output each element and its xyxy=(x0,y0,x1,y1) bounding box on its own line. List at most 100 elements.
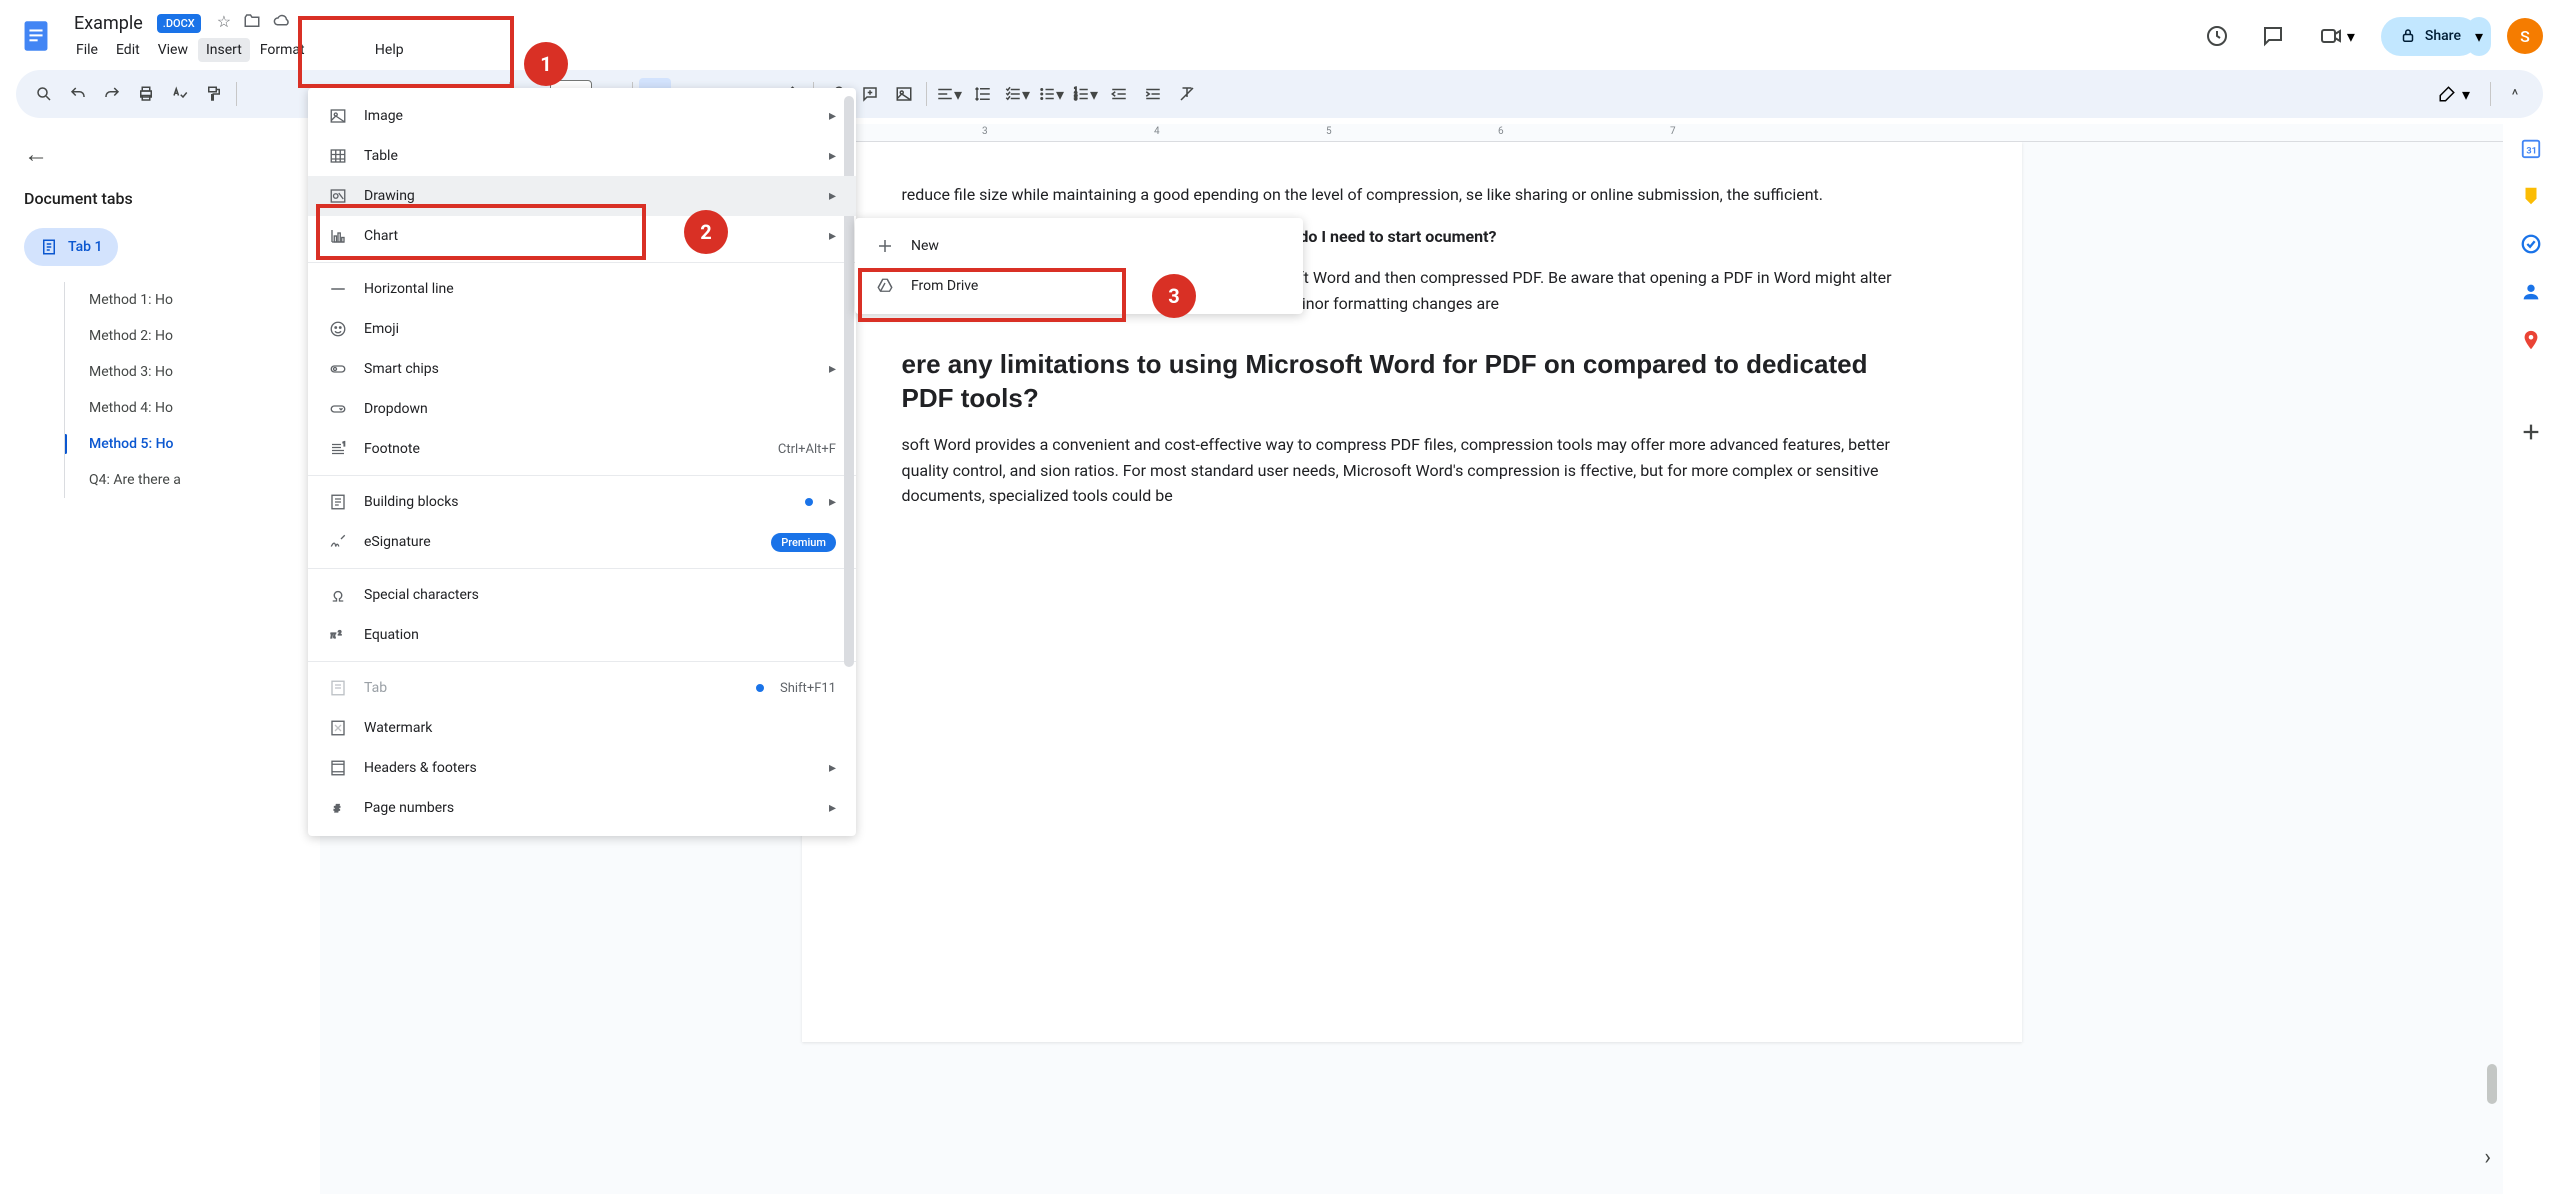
share-label: Share xyxy=(2425,28,2461,44)
menu-file[interactable]: File xyxy=(68,38,106,62)
search-menus-icon[interactable] xyxy=(28,78,60,110)
checklist-button[interactable]: ▾ xyxy=(1001,78,1033,110)
headers-icon xyxy=(328,758,348,778)
insert-menu-drawing[interactable]: Drawing ▸ xyxy=(308,176,856,216)
left-sidebar: ← Document tabs Tab 1 Method 1: Ho Metho… xyxy=(0,124,320,1194)
menu-item-label: From Drive xyxy=(911,278,1283,294)
svg-text:1: 1 xyxy=(343,441,346,448)
menu-item-label: Building blocks xyxy=(364,494,789,510)
line-spacing-button[interactable] xyxy=(967,78,999,110)
history-icon[interactable] xyxy=(2197,16,2237,56)
show-side-panel-icon[interactable]: › xyxy=(2484,1145,2491,1170)
new-indicator-dot xyxy=(756,684,764,692)
drawing-submenu-new[interactable]: New xyxy=(855,226,1303,266)
outline-item[interactable]: Method 5: Ho xyxy=(65,426,296,462)
insert-menu-esignature[interactable]: eSignature Premium xyxy=(308,522,856,562)
chips-icon xyxy=(328,359,348,379)
premium-badge: Premium xyxy=(771,533,836,552)
submenu-arrow-icon: ▸ xyxy=(829,494,836,510)
redo-icon[interactable] xyxy=(96,78,128,110)
move-icon[interactable] xyxy=(243,12,261,34)
svg-text:31: 31 xyxy=(2526,147,2537,157)
comments-icon[interactable] xyxy=(2253,16,2293,56)
insert-menu-equation[interactable]: π2 Equation xyxy=(308,615,856,655)
insert-menu-smart-chips[interactable]: Smart chips ▸ xyxy=(308,349,856,389)
docx-badge: .DOCX xyxy=(157,14,201,33)
insert-menu-page-numbers[interactable]: # Page numbers ▸ xyxy=(308,788,856,828)
insert-menu-headers-footers[interactable]: Headers & footers ▸ xyxy=(308,748,856,788)
outline-item[interactable]: Method 4: Ho xyxy=(65,390,296,426)
title-area: Example .DOCX ☆ File Edit View Insert Fo… xyxy=(68,11,2197,62)
tab-pill[interactable]: Tab 1 xyxy=(24,228,118,266)
clear-formatting-icon[interactable] xyxy=(1171,78,1203,110)
print-icon[interactable] xyxy=(130,78,162,110)
decrease-indent-icon[interactable] xyxy=(1103,78,1135,110)
tab-icon xyxy=(328,678,348,698)
outline-item[interactable]: Method 1: Ho xyxy=(65,282,296,318)
menu-item-label: Equation xyxy=(364,627,836,643)
menu-format[interactable]: Format xyxy=(252,38,313,62)
insert-menu-special-characters[interactable]: Special characters xyxy=(308,575,856,615)
keep-icon[interactable] xyxy=(2519,184,2543,208)
insert-menu-table[interactable]: Table ▸ xyxy=(308,136,856,176)
share-button[interactable]: Share xyxy=(2381,17,2479,56)
blocks-icon xyxy=(328,492,348,512)
paint-format-icon[interactable] xyxy=(198,78,230,110)
docs-logo[interactable] xyxy=(16,16,56,56)
svg-text:#: # xyxy=(334,802,341,815)
submenu-arrow-icon: ▸ xyxy=(829,800,836,816)
calendar-icon[interactable]: 31 xyxy=(2519,136,2543,160)
watermark-icon xyxy=(328,718,348,738)
keyboard-shortcut: Shift+F11 xyxy=(780,681,836,696)
scrollbar-thumb[interactable] xyxy=(2487,1064,2497,1104)
ruler-mark: 4 xyxy=(1154,126,1160,137)
outline-item[interactable]: Q4: Are there a xyxy=(65,462,296,498)
plus-icon xyxy=(875,236,895,256)
numbered-list-button[interactable]: 123 ▾ xyxy=(1069,78,1101,110)
star-icon[interactable]: ☆ xyxy=(217,12,231,34)
insert-menu-footnote[interactable]: 1 Footnote Ctrl+Alt+F xyxy=(308,429,856,469)
drawing-submenu-from-drive[interactable]: From Drive xyxy=(855,266,1303,306)
bulleted-list-button[interactable]: ▾ xyxy=(1035,78,1067,110)
menu-edit[interactable]: Edit xyxy=(108,38,148,62)
menu-help[interactable]: Help xyxy=(367,38,412,62)
insert-menu-horizontal-line[interactable]: Horizontal line xyxy=(308,269,856,309)
menu-insert[interactable]: Insert xyxy=(198,38,250,62)
insert-menu-dropdown[interactable]: Dropdown xyxy=(308,389,856,429)
insert-menu-emoji[interactable]: Emoji xyxy=(308,309,856,349)
menu-item-label: New xyxy=(911,238,1283,254)
add-comment-icon[interactable] xyxy=(854,78,886,110)
spellcheck-icon[interactable] xyxy=(164,78,196,110)
menu-view[interactable]: View xyxy=(150,38,196,62)
document-icon xyxy=(40,238,58,256)
esign-icon xyxy=(328,532,348,552)
tasks-icon[interactable] xyxy=(2519,232,2543,256)
submenu-arrow-icon: ▸ xyxy=(829,188,836,204)
maps-icon[interactable] xyxy=(2519,328,2543,352)
svg-text:2: 2 xyxy=(338,630,342,637)
outline-item[interactable]: Method 2: Ho xyxy=(65,318,296,354)
insert-menu-building-blocks[interactable]: Building blocks ▸ xyxy=(308,482,856,522)
submenu-arrow-icon: ▸ xyxy=(829,361,836,377)
undo-icon[interactable] xyxy=(62,78,94,110)
insert-menu-chart[interactable]: Chart ▸ xyxy=(308,216,856,256)
align-button[interactable]: ▾ xyxy=(933,78,965,110)
editing-mode-button[interactable]: ▾ xyxy=(2426,79,2482,110)
share-dropdown[interactable]: ▾ xyxy=(2467,17,2491,56)
drive-icon xyxy=(875,276,895,296)
cloud-status-icon[interactable] xyxy=(273,12,291,34)
account-avatar[interactable]: S xyxy=(2507,18,2543,54)
meet-button[interactable]: ▾ xyxy=(2309,16,2365,56)
contacts-icon[interactable] xyxy=(2519,280,2543,304)
document-title[interactable]: Example xyxy=(68,11,149,36)
insert-menu-image[interactable]: Image ▸ xyxy=(308,96,856,136)
insert-image-icon[interactable] xyxy=(888,78,920,110)
back-arrow-icon[interactable]: ← xyxy=(24,140,48,169)
increase-indent-icon[interactable] xyxy=(1137,78,1169,110)
insert-menu-watermark[interactable]: Watermark xyxy=(308,708,856,748)
menu-item-label: Chart xyxy=(364,228,813,244)
menu-item-label: Footnote xyxy=(364,441,762,457)
add-on-icon[interactable] xyxy=(2519,420,2543,444)
outline-item[interactable]: Method 3: Ho xyxy=(65,354,296,390)
collapse-toolbar-icon[interactable]: ^ xyxy=(2499,78,2531,110)
